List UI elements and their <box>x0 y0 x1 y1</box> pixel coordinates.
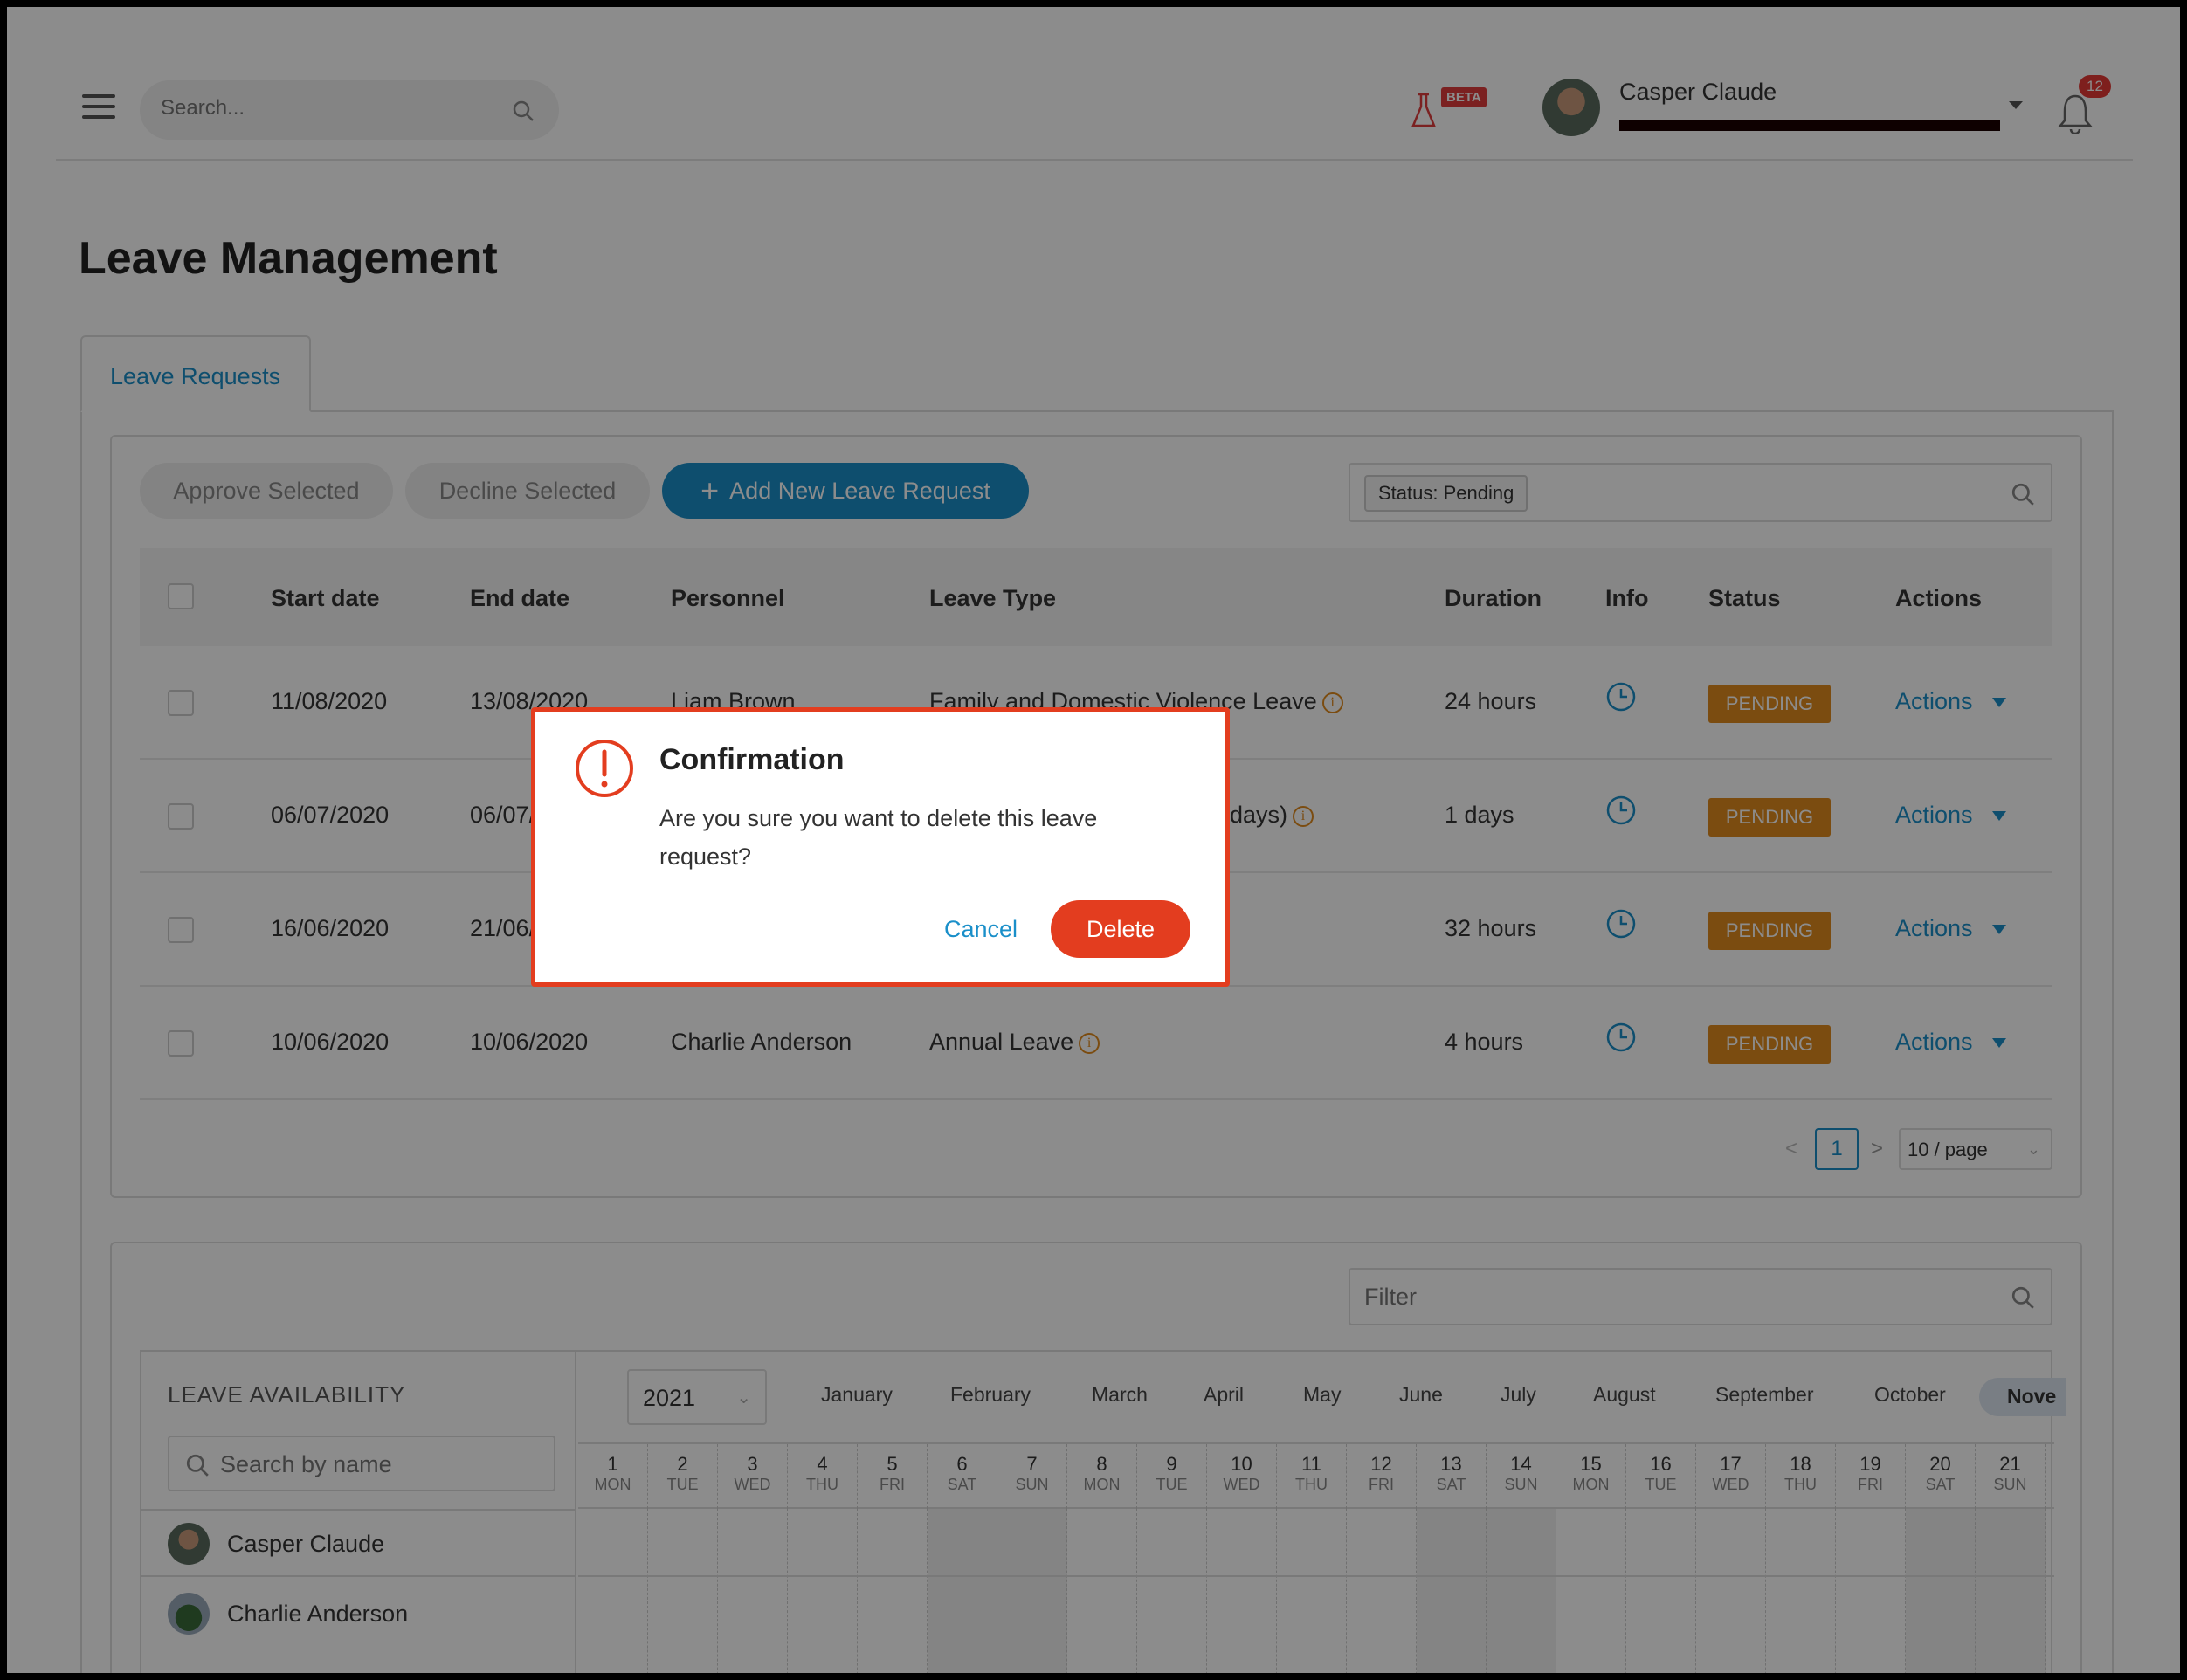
dialog-title: Confirmation <box>659 743 845 776</box>
exclamation-circle-icon <box>576 740 633 797</box>
delete-button[interactable]: Delete <box>1051 900 1190 958</box>
confirmation-dialog: Confirmation Are you sure you want to de… <box>531 707 1230 987</box>
dialog-message: Are you sure you want to delete this lea… <box>659 805 1098 870</box>
app-window: BETA Casper Claude 12 Leave Management L… <box>7 7 2180 1673</box>
cancel-button[interactable]: Cancel <box>944 916 1018 943</box>
